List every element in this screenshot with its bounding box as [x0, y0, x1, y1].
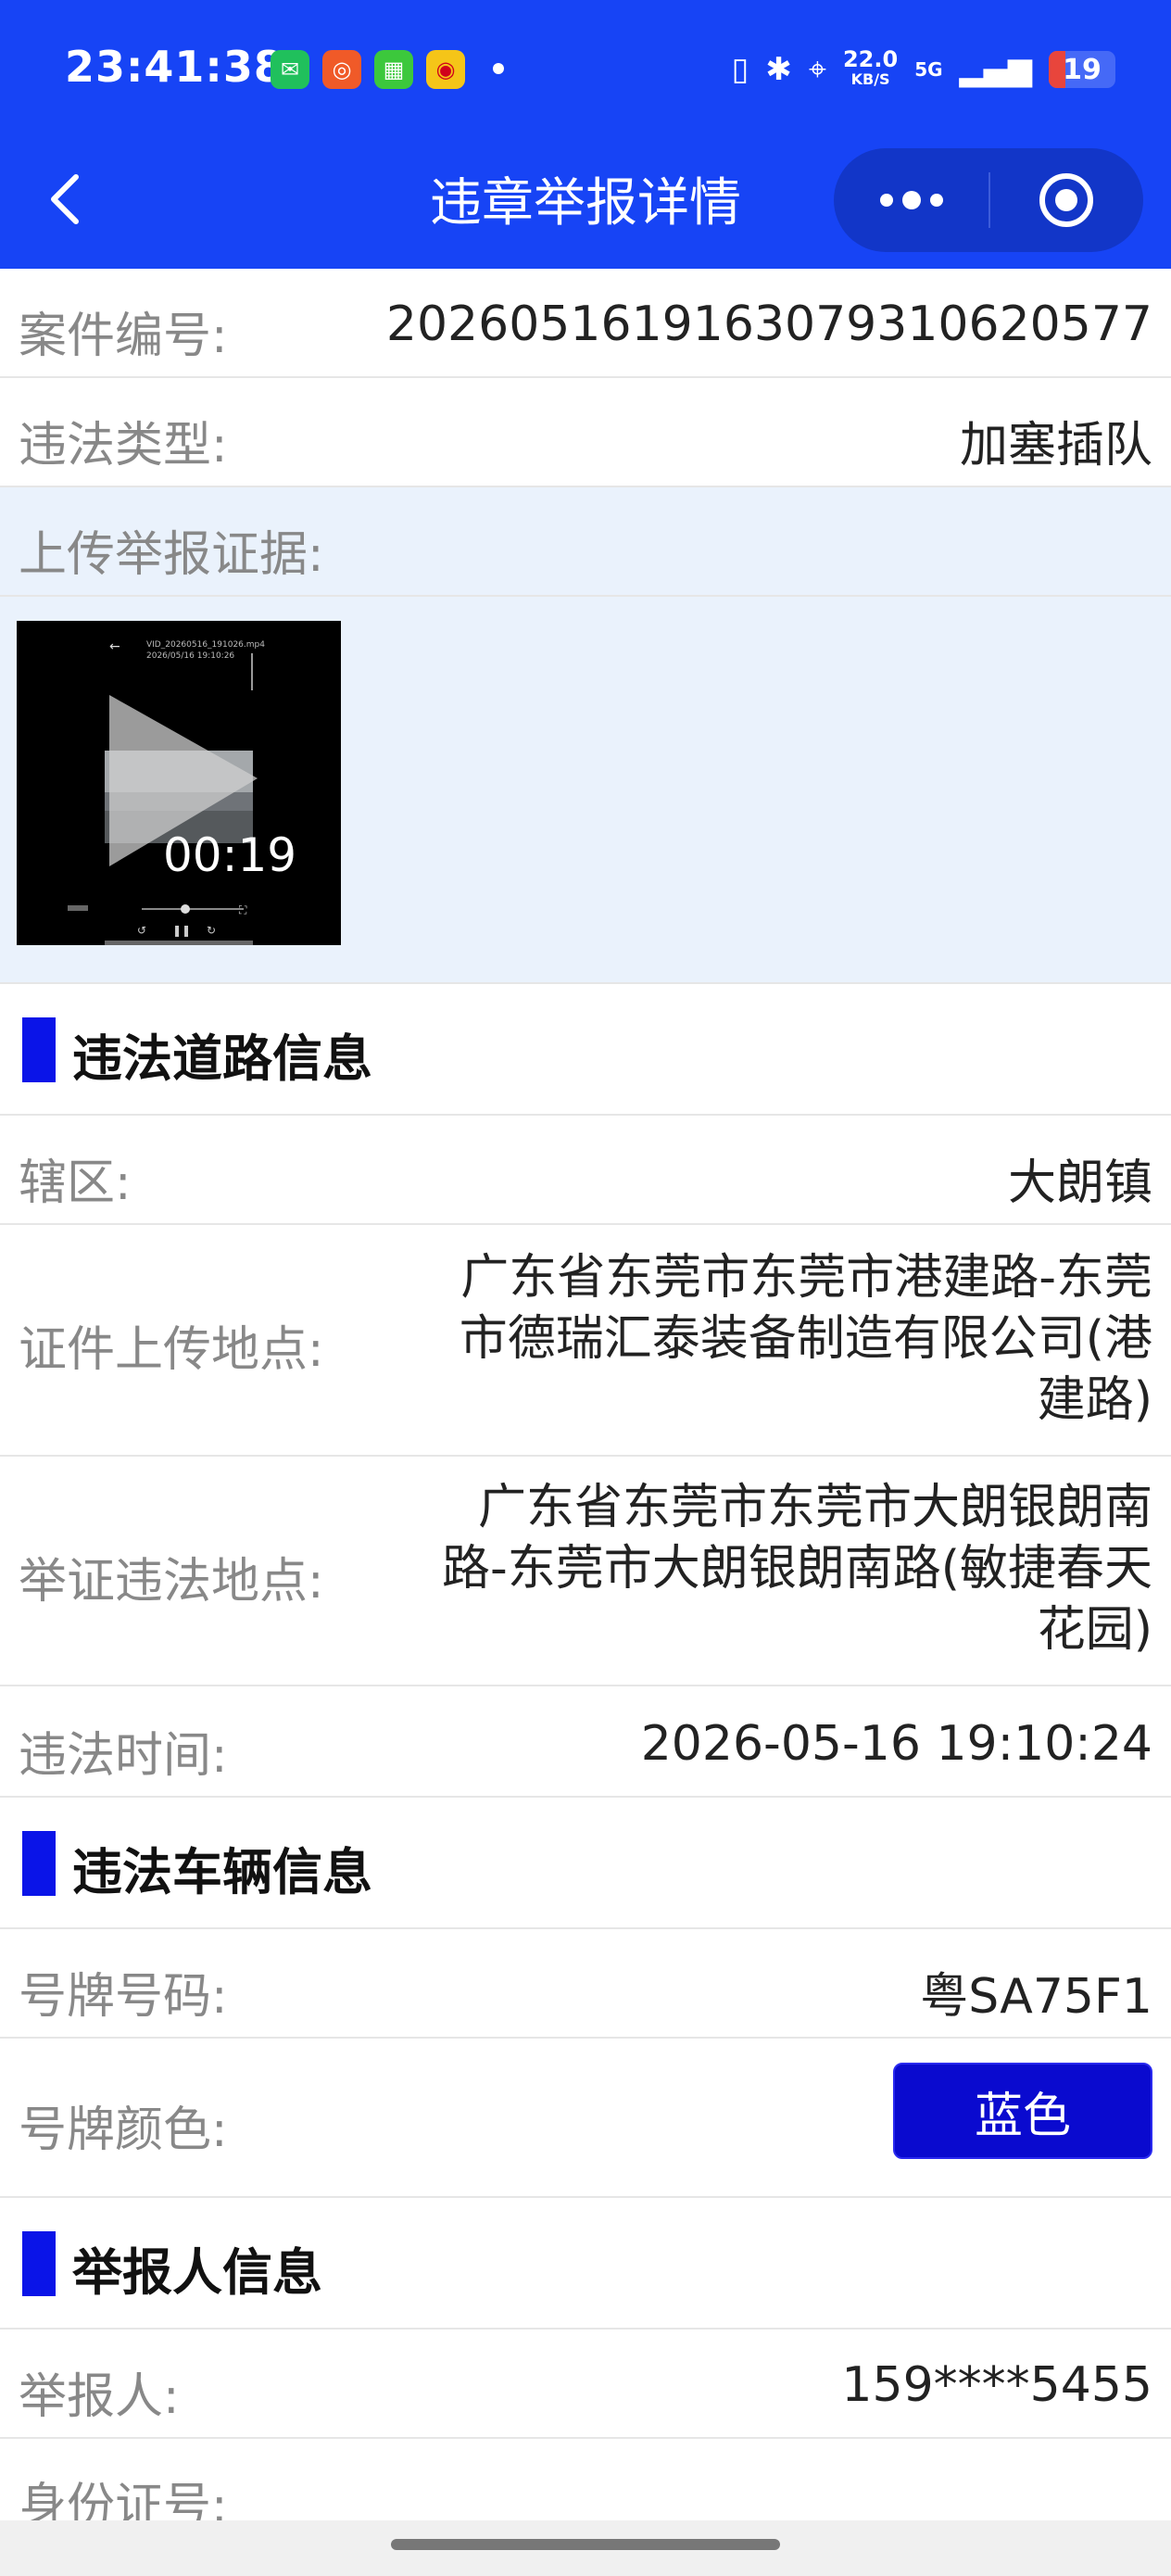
reporter-row: 举报人: 159****5455: [0, 2330, 1171, 2439]
more-dot-icon: [901, 191, 921, 209]
mini-program-capsule: [834, 148, 1143, 252]
svg-text:⛶: ⛶: [238, 903, 247, 916]
video-header-line2: 2026/05/16 19:10:26: [146, 651, 234, 661]
upload-location-line: 建路): [1037, 1372, 1152, 1428]
violation-type-value: 加塞插队: [959, 418, 1152, 474]
section-accent-bar: [22, 1831, 56, 1896]
evidence-location-line: 花园): [1037, 1602, 1152, 1658]
plate-number-label: 号牌号码:: [19, 1969, 228, 2025]
speed-unit: KB/S: [850, 70, 890, 88]
nav-bar: 违章举报详情: [0, 139, 1171, 269]
upload-location-row: 证件上传地点: 广东省东莞市东莞市港建路-东莞 市德瑞汇泰装备制造有限公司(港 …: [0, 1225, 1171, 1457]
svg-text:↻: ↻: [207, 924, 216, 937]
plate-number-row: 号牌号码: 粤SA75F1: [0, 1929, 1171, 2039]
svg-text:❚❚: ❚❚: [172, 924, 191, 937]
vehicle-info-section-header: 违法车辆信息: [0, 1798, 1171, 1929]
video-duration: 00:19: [163, 828, 296, 882]
plate-color-badge: 蓝色: [893, 2063, 1152, 2159]
status-bar: 23:41:38 ✉ ◎ ▦ ◉ ▯ ✱ ⌖ 22.0 KB/S 5G ▂▄▆ …: [0, 0, 1171, 139]
weibo-icon: ◉: [426, 50, 465, 89]
home-indicator[interactable]: [391, 2539, 780, 2550]
battery-level: 19: [1063, 53, 1102, 86]
evidence-location-value: 广东省东莞市东莞市大朗银朗南 路-东莞市大朗银朗南路(敏捷春天 花园): [442, 1477, 1152, 1661]
evidence-location-label: 举证违法地点:: [19, 1554, 324, 1610]
evidence-video-thumbnail[interactable]: VID_20260516_191026.mp4 2026/05/16 19:10…: [17, 621, 341, 945]
vibrate-icon: ▯: [731, 51, 749, 88]
reporter-info-title: 举报人信息: [72, 2243, 322, 2302]
evidence-label-row: 上传举报证据:: [0, 487, 1171, 597]
case-number-row: 案件编号: 2026051619163079310620577: [0, 269, 1171, 378]
section-accent-bar: [22, 1017, 56, 1082]
plate-color-label: 号牌颜色:: [19, 2102, 228, 2158]
network-type: 5G: [914, 58, 943, 81]
upload-location-line: 广东省东莞市东莞市港建路-东莞: [460, 1250, 1152, 1306]
upload-location-line: 市德瑞汇泰装备制造有限公司(港: [459, 1311, 1152, 1367]
evidence-location-line: 路-东莞市大朗银朗南路(敏捷春天: [441, 1541, 1152, 1597]
more-menu-button[interactable]: [834, 148, 988, 252]
violation-time-value: 2026-05-16 19:10:24: [640, 1716, 1152, 1772]
case-number-value: 2026051619163079310620577: [385, 297, 1152, 352]
road-info-title: 违法道路信息: [72, 1029, 372, 1088]
status-time: 23:41:38: [65, 42, 284, 92]
reporter-value: 159****5455: [841, 2357, 1152, 2413]
violation-time-row: 违法时间: 2026-05-16 19:10:24: [0, 1686, 1171, 1798]
location-icon: ⌖: [808, 51, 826, 88]
status-icons: ▯ ✱ ⌖ 22.0 KB/S 5G ▂▄▆ 19: [732, 37, 1115, 102]
bluetooth-icon: ✱: [765, 51, 792, 88]
taobao-icon: ◎: [322, 50, 361, 89]
more-dot-icon: [929, 194, 943, 207]
violation-time-label: 违法时间:: [19, 1728, 228, 1784]
district-label: 辖区:: [19, 1155, 132, 1211]
kuaiyin-icon: ▦: [374, 50, 413, 89]
video-preview: VID_20260516_191026.mp4 2026/05/16 19:10…: [17, 621, 341, 945]
speed-value: 22.0: [842, 46, 899, 72]
plate-number-value: 粤SA75F1: [920, 1969, 1152, 2025]
violation-type-row: 违法类型: 加塞插队: [0, 378, 1171, 487]
network-speed: 22.0 KB/S: [842, 46, 899, 90]
vehicle-info-title: 违法车辆信息: [72, 1843, 372, 1901]
svg-text:↺: ↺: [137, 924, 146, 937]
upload-location-label: 证件上传地点:: [19, 1322, 324, 1378]
case-number-label: 案件编号:: [19, 309, 228, 364]
video-header-line1: VID_20260516_191026.mp4: [146, 640, 265, 650]
evidence-location-line: 广东省东莞市东莞市大朗银朗南: [477, 1480, 1152, 1535]
header-bar: 23:41:38 ✉ ◎ ▦ ◉ ▯ ✱ ⌖ 22.0 KB/S 5G ▂▄▆ …: [0, 0, 1171, 269]
signal-icon: ▂▄▆: [959, 51, 1032, 88]
upload-location-value: 广东省东莞市东莞市港建路-东莞 市德瑞汇泰装备制造有限公司(港 建路): [460, 1247, 1152, 1431]
section-accent-bar: [22, 2231, 56, 2296]
road-info-section-header: 违法道路信息: [0, 984, 1171, 1116]
evidence-label: 上传举报证据:: [19, 527, 324, 583]
svg-text:←: ←: [109, 639, 120, 654]
reporter-info-section-header: 举报人信息: [0, 2198, 1171, 2330]
evidence-location-row: 举证违法地点: 广东省东莞市东莞市大朗银朗南 路-东莞市大朗银朗南路(敏捷春天 …: [0, 1457, 1171, 1686]
more-notifications-icon: [493, 63, 504, 74]
district-row: 辖区: 大朗镇: [0, 1116, 1171, 1225]
battery-icon: 19: [1049, 51, 1115, 88]
district-value: 大朗镇: [1007, 1155, 1152, 1211]
violation-type-label: 违法类型:: [19, 418, 228, 474]
close-miniprogram-button[interactable]: [988, 148, 1143, 252]
more-dot-icon: [879, 194, 893, 207]
target-icon: [1039, 173, 1093, 227]
wechat-icon: ✉: [271, 50, 309, 89]
reporter-label: 举报人:: [19, 2369, 180, 2425]
